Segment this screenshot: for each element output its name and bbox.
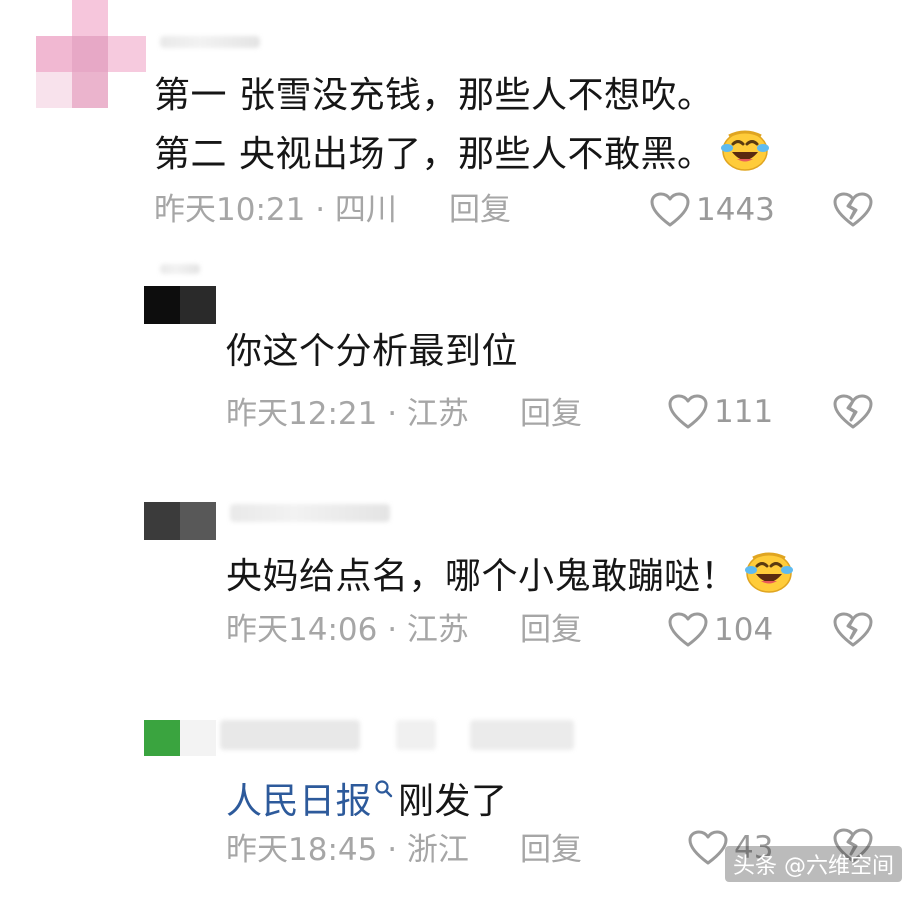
avatar[interactable]	[36, 0, 146, 108]
comment-text: 人民日报 刚发了	[226, 766, 508, 824]
comment-text: 第一 张雪没充钱，那些人不想吹。	[154, 75, 714, 116]
avatar[interactable]	[144, 286, 216, 324]
username[interactable]	[160, 264, 200, 274]
username-badge	[470, 720, 574, 750]
comment-item: 你这个分析最到位 昨天12:21 · 江苏 回复 111	[0, 260, 922, 460]
heart-icon	[688, 830, 728, 866]
watermark: 头条 @六维空间	[725, 846, 902, 882]
comment-text: 你这个分析最到位	[226, 331, 519, 372]
broken-heart-icon	[833, 394, 873, 430]
like-button[interactable]: 1443	[650, 190, 775, 230]
like-count: 104	[714, 612, 774, 648]
reply-button[interactable]: 回复	[520, 394, 582, 434]
comment-item: 第一 张雪没充钱，那些人不想吹。 第二 央视出场了，那些人不敢黑。 昨天10:2…	[0, 0, 922, 250]
comment-meta: 昨天10:21 · 四川	[154, 192, 397, 228]
reply-button[interactable]: 回复	[520, 830, 582, 870]
reply-button[interactable]: 回复	[449, 190, 511, 230]
laughing-crying-emoji-icon	[719, 126, 771, 183]
like-count: 1443	[696, 192, 775, 228]
search-icon	[374, 766, 394, 810]
search-link[interactable]: 人民日报	[226, 781, 372, 822]
username[interactable]	[160, 36, 260, 48]
broken-heart-icon	[833, 612, 873, 648]
comment-meta: 昨天12:21 · 江苏	[226, 396, 469, 432]
username[interactable]	[230, 504, 390, 522]
like-count: 111	[714, 394, 774, 430]
avatar[interactable]	[144, 720, 216, 756]
comment-meta: 昨天14:06 · 江苏	[226, 612, 469, 648]
reply-button[interactable]: 回复	[520, 610, 582, 650]
comment-item: 央妈给点名，哪个小鬼敢蹦哒！ 昨天14:06 · 江苏 回复 104	[0, 490, 922, 690]
heart-icon	[650, 192, 690, 228]
heart-icon	[668, 394, 708, 430]
broken-heart-icon	[833, 192, 873, 228]
laughing-crying-emoji-icon	[743, 548, 795, 605]
heart-icon	[668, 612, 708, 648]
avatar[interactable]	[144, 502, 216, 540]
dislike-button[interactable]	[833, 612, 873, 648]
username-badge	[396, 720, 436, 750]
comment-text: 央妈给点名，哪个小鬼敢蹦哒！	[226, 548, 795, 605]
username[interactable]	[220, 720, 360, 750]
comment-meta: 昨天18:45 · 浙江	[226, 832, 469, 868]
like-button[interactable]: 104	[668, 610, 773, 650]
dislike-button[interactable]	[833, 192, 873, 228]
dislike-button[interactable]	[833, 394, 873, 430]
comment-text: 第二 央视出场了，那些人不敢黑。	[154, 126, 771, 183]
like-button[interactable]: 111	[668, 392, 773, 432]
